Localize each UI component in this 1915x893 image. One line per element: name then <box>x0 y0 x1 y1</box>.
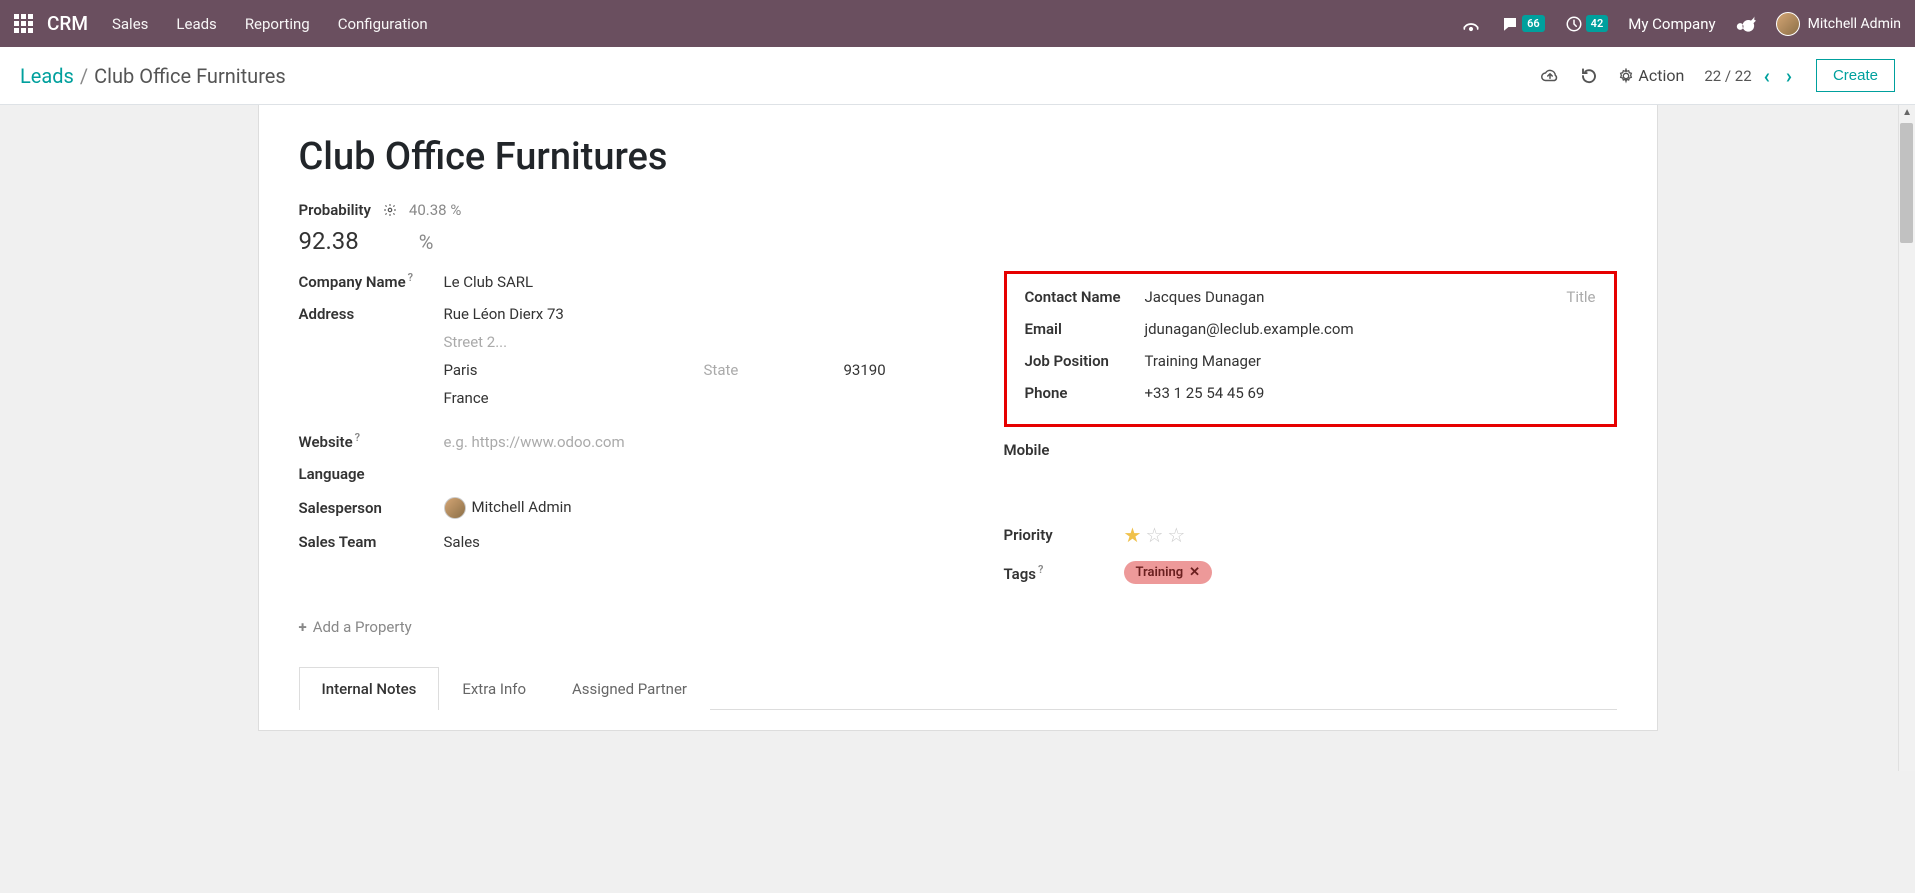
contact-name-value[interactable]: Jacques Dunagan <box>1145 288 1527 306</box>
highlight-box: Contact Name Jacques Dunagan Title Email… <box>1004 271 1617 427</box>
salesteam-value[interactable]: Sales <box>444 533 944 551</box>
email-value[interactable]: jdunagan@leclub.example.com <box>1145 320 1596 338</box>
street2[interactable]: Street 2... <box>444 333 944 351</box>
tabs: Internal Notes Extra Info Assigned Partn… <box>299 666 1617 710</box>
street1[interactable]: Rue Léon Dierx 73 <box>444 305 944 323</box>
salesperson-avatar-icon <box>444 497 466 519</box>
activities-badge: 42 <box>1586 15 1609 32</box>
add-property-button[interactable]: + Add a Property <box>299 618 1617 636</box>
pager-value[interactable]: 22 / 22 <box>1704 67 1751 85</box>
scrollbar-thumb[interactable] <box>1900 123 1913 243</box>
salesperson-value[interactable]: Mitchell Admin <box>444 497 944 519</box>
main: Club Office Furnitures Probability 40.38… <box>0 105 1915 771</box>
tags-value[interactable]: Training ✕ <box>1124 561 1617 584</box>
breadcrumb-current: Club Office Furnitures <box>94 64 286 88</box>
page-title[interactable]: Club Office Furnitures <box>299 135 1617 179</box>
user-name: Mitchell Admin <box>1808 16 1901 32</box>
breadcrumb-sep: / <box>80 64 88 88</box>
form-sheet: Club Office Furnitures Probability 40.38… <box>258 105 1658 731</box>
scroll-up-icon[interactable]: ▲ <box>1902 107 1912 118</box>
right-column: Contact Name Jacques Dunagan Title Email… <box>1004 271 1617 598</box>
website-value[interactable]: e.g. https://www.odoo.com <box>444 433 944 451</box>
pager-next[interactable]: › <box>1782 64 1796 88</box>
job-position-label: Job Position <box>1025 352 1145 370</box>
company-switcher[interactable]: My Company <box>1628 15 1715 33</box>
debug-icon[interactable] <box>1736 14 1756 34</box>
gear-icon <box>1618 68 1634 84</box>
phone-label: Phone <box>1025 384 1145 402</box>
tab-extra-info[interactable]: Extra Info <box>439 667 549 710</box>
percent-sign: % <box>419 230 434 254</box>
cloud-save-icon[interactable] <box>1540 66 1560 86</box>
control-bar: Leads / Club Office Furnitures Action 22… <box>0 47 1915 105</box>
nav-sales[interactable]: Sales <box>112 15 148 33</box>
star-2-icon[interactable]: ☆ <box>1145 523 1163 547</box>
salesteam-label: Sales Team <box>299 533 444 551</box>
nav-menu: Sales Leads Reporting Configuration <box>112 15 428 33</box>
website-label: Website? <box>299 431 444 451</box>
probability-label: Probability <box>299 201 371 219</box>
user-menu[interactable]: Mitchell Admin <box>1776 12 1901 36</box>
mobile-label: Mobile <box>1004 441 1124 459</box>
company-name-label: Company Name? <box>299 271 444 291</box>
left-column: Company Name? Le Club SARL Address Rue L… <box>299 271 944 598</box>
tab-assigned-partner[interactable]: Assigned Partner <box>549 667 710 710</box>
nav-leads[interactable]: Leads <box>176 15 216 33</box>
company-name-value[interactable]: Le Club SARL <box>444 273 944 291</box>
zip[interactable]: 93190 <box>844 361 944 379</box>
city[interactable]: Paris <box>444 361 544 379</box>
apps-icon[interactable] <box>14 14 33 33</box>
messages-badge: 66 <box>1522 15 1545 32</box>
topbar-right: 66 42 My Company Mitchell Admin <box>1461 12 1901 36</box>
pager: 22 / 22 ‹ › <box>1704 64 1796 88</box>
scrollbar[interactable]: ▲ <box>1898 105 1915 771</box>
dial-icon[interactable] <box>1461 14 1481 34</box>
priority-stars[interactable]: ★ ☆ ☆ <box>1124 523 1617 547</box>
breadcrumb: Leads / Club Office Furnitures <box>20 64 286 88</box>
probability-hint: 40.38 % <box>409 201 461 219</box>
activities-icon[interactable]: 42 <box>1565 15 1609 33</box>
language-label: Language <box>299 465 444 483</box>
topbar: CRM Sales Leads Reporting Configuration … <box>0 0 1915 47</box>
avatar-icon <box>1776 12 1800 36</box>
contact-name-label: Contact Name <box>1025 288 1145 306</box>
address-label: Address <box>299 305 444 323</box>
plus-icon: + <box>299 618 307 636</box>
country[interactable]: France <box>444 389 944 407</box>
action-button[interactable]: Action <box>1618 66 1684 85</box>
email-label: Email <box>1025 320 1145 338</box>
title-placeholder[interactable]: Title <box>1566 288 1595 306</box>
tag-training: Training ✕ <box>1124 561 1213 584</box>
probability-gear-icon[interactable] <box>383 202 397 218</box>
breadcrumb-leads[interactable]: Leads <box>20 64 74 88</box>
star-1-icon[interactable]: ★ <box>1124 523 1142 547</box>
pager-prev[interactable]: ‹ <box>1760 64 1774 88</box>
phone-value[interactable]: +33 1 25 54 45 69 <box>1145 384 1596 402</box>
star-3-icon[interactable]: ☆ <box>1167 523 1185 547</box>
messages-icon[interactable]: 66 <box>1501 15 1545 33</box>
nav-configuration[interactable]: Configuration <box>338 15 428 33</box>
state[interactable]: State <box>704 361 804 379</box>
probability-value[interactable]: 92.38 <box>299 227 359 255</box>
tags-label: Tags? <box>1004 563 1124 583</box>
nav-reporting[interactable]: Reporting <box>245 15 310 33</box>
job-position-value[interactable]: Training Manager <box>1145 352 1596 370</box>
tag-remove-icon[interactable]: ✕ <box>1189 565 1200 580</box>
priority-label: Priority <box>1004 526 1124 544</box>
action-label: Action <box>1638 66 1684 85</box>
discard-icon[interactable] <box>1580 66 1598 86</box>
brand[interactable]: CRM <box>47 12 88 35</box>
salesperson-label: Salesperson <box>299 499 444 517</box>
tab-internal-notes[interactable]: Internal Notes <box>299 667 440 710</box>
create-button[interactable]: Create <box>1816 59 1895 92</box>
